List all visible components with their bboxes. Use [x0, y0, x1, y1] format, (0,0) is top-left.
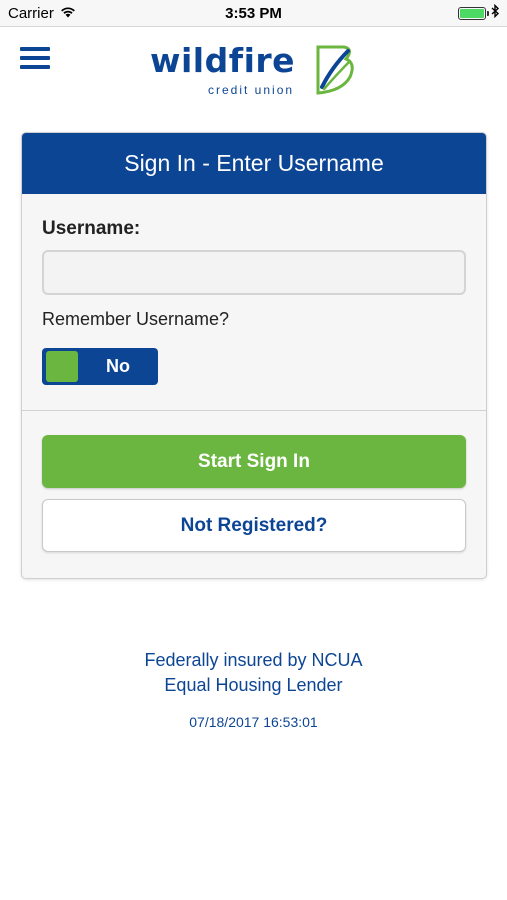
username-input[interactable]: [42, 250, 466, 295]
signin-card: Sign In - Enter Username Username: Remem…: [21, 132, 487, 579]
status-time: 3:53 PM: [225, 5, 282, 22]
username-label: Username:: [42, 218, 141, 239]
equal-housing-notice: Equal Housing Lender: [164, 675, 343, 695]
toggle-label: No: [106, 356, 130, 376]
logo-subtitle: credit union: [208, 83, 295, 97]
bluetooth-icon: [490, 3, 500, 22]
hamburger-menu-icon[interactable]: [20, 47, 50, 73]
logo-wordmark: wildfire: [150, 41, 296, 80]
app-header: wildfire credit union: [0, 27, 507, 112]
remember-username-toggle[interactable]: No: [42, 348, 158, 385]
signin-title: Sign In - Enter Username: [22, 133, 486, 194]
logo-mark-icon: [316, 45, 354, 95]
footer: Federally insured by NCUA Equal Housing …: [0, 648, 507, 730]
signin-form: Username: Remember Username? No: [22, 194, 486, 410]
battery-icon: [458, 6, 489, 20]
toggle-knob: [46, 351, 78, 382]
battery-fill: [460, 8, 484, 18]
start-sign-in-button[interactable]: Start Sign In: [42, 435, 466, 488]
not-registered-button[interactable]: Not Registered?: [42, 499, 466, 552]
wildfire-logo: wildfire credit union: [150, 41, 360, 105]
timestamp: 07/18/2017 16:53:01: [189, 714, 318, 730]
remember-username-label: Remember Username?: [42, 309, 230, 329]
ncua-notice: Federally insured by NCUA: [144, 650, 363, 670]
signin-actions: Start Sign In Not Registered?: [22, 411, 486, 552]
status-bar: Carrier 3:53 PM: [0, 0, 507, 27]
status-right-group: [458, 3, 500, 22]
